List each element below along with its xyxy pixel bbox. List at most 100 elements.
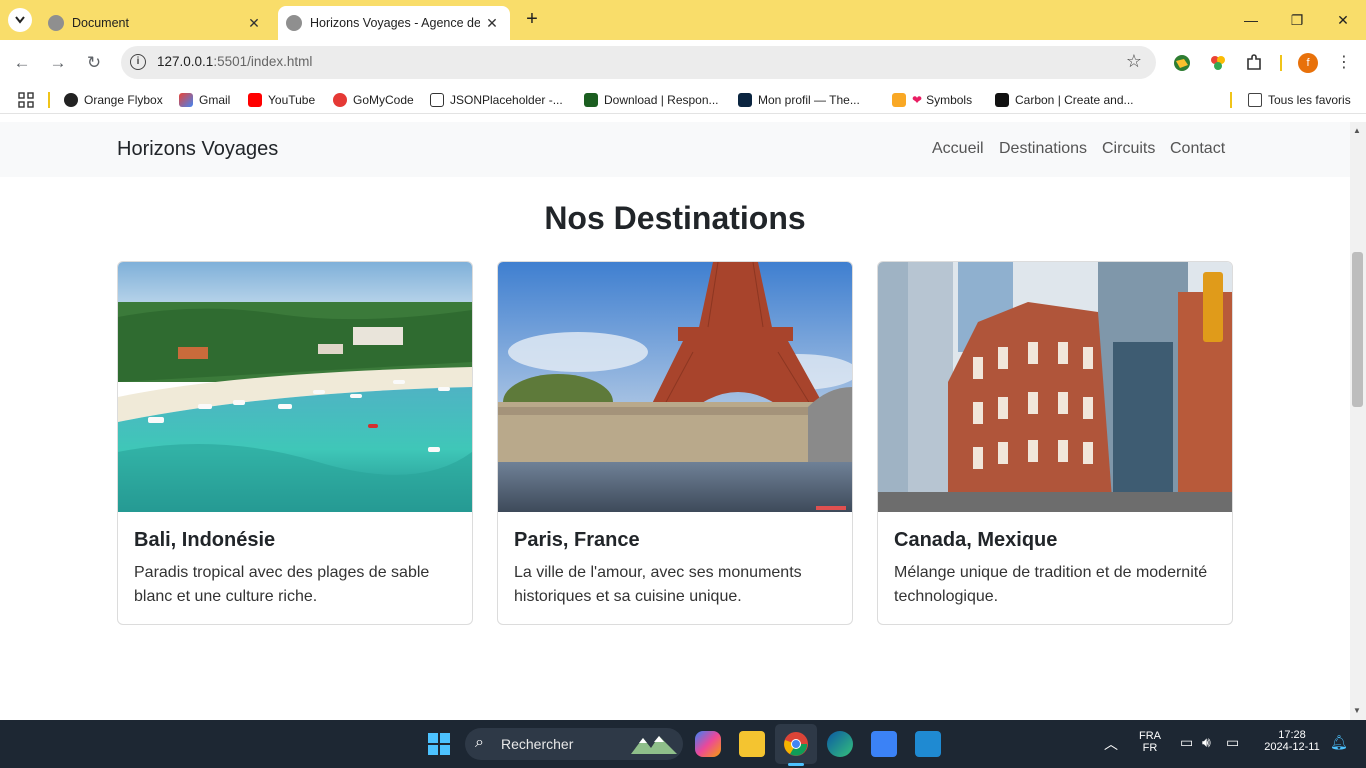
copilot-icon[interactable] <box>695 731 721 757</box>
bookmarks-bar: Orange Flybox Gmail YouTube GoMyCode JSO… <box>0 86 1366 114</box>
new-tab-button[interactable]: + <box>520 8 544 32</box>
url-text[interactable]: 127.0.0.1:5501/index.html <box>157 54 312 69</box>
destination-card[interactable]: Paris, France La ville de l'amour, avec … <box>497 261 853 625</box>
scroll-thumb[interactable] <box>1352 252 1363 407</box>
tab-document[interactable]: Document ✕ <box>40 6 272 40</box>
browser-toolbar: ← → ↻ i 127.0.0.1:5501/index.html ☆ <box>0 40 1366 86</box>
forward-icon[interactable]: → <box>46 51 70 75</box>
restore-button[interactable]: ❐ <box>1274 0 1320 40</box>
nav-contact[interactable]: Contact <box>1170 140 1225 158</box>
all-bookmarks-folder[interactable]: Tous les favoris <box>1248 91 1351 109</box>
bookmark-gomycode[interactable]: GoMyCode <box>333 91 414 109</box>
time-text: 17:28 <box>1278 729 1306 741</box>
page-scrollbar[interactable]: ▲ ▼ <box>1350 122 1366 720</box>
bookmark-mon-profil[interactable]: Mon profil — The... <box>738 91 860 109</box>
bookmark-label: YouTube <box>268 93 316 107</box>
card-text: La ville de l'amour, avec ses monuments … <box>514 564 802 605</box>
star-icon[interactable]: ☆ <box>1126 51 1142 72</box>
globe-icon <box>64 93 78 107</box>
site-brand[interactable]: Horizons Voyages <box>117 138 278 161</box>
info-icon[interactable]: i <box>130 54 146 70</box>
profile-avatar[interactable]: f <box>1298 53 1318 73</box>
battery-icon[interactable]: ▭ <box>1226 734 1239 751</box>
extensions-puzzle-icon[interactable] <box>1244 53 1264 73</box>
tab-label: Horizons Voyages - Agence de <box>310 16 480 30</box>
extension-colors-icon[interactable] <box>1208 53 1228 73</box>
destination-card[interactable]: Bali, Indonésie Paradis tropical avec de… <box>117 261 473 625</box>
extension-globe-icon[interactable] <box>1172 53 1192 73</box>
close-icon[interactable]: ✕ <box>242 15 266 32</box>
chevron-down-icon <box>15 16 25 24</box>
network-icon[interactable]: ▭ <box>1180 734 1193 751</box>
bookmark-youtube[interactable]: YouTube <box>248 91 315 109</box>
url-host: 127.0.0.1 <box>157 54 214 69</box>
nav-destinations[interactable]: Destinations <box>999 140 1087 158</box>
chevron-up-icon[interactable]: ︿ <box>1104 734 1118 754</box>
card-title: Paris, France <box>514 529 640 551</box>
scroll-down-icon[interactable]: ▼ <box>1353 706 1361 715</box>
notification-bell-icon[interactable]: 🔔︎ <box>1330 734 1348 751</box>
bookmark-jsonplaceholder[interactable]: JSONPlaceholder -... <box>430 91 563 109</box>
city-buildings-image <box>878 262 1232 512</box>
minimize-button[interactable]: — <box>1228 0 1274 40</box>
volume-icon[interactable]: 🔊︎ <box>1202 734 1211 751</box>
bookmark-label: GoMyCode <box>353 93 414 107</box>
tab-horizons-voyages[interactable]: Horizons Voyages - Agence de ✕ <box>278 6 510 40</box>
scroll-up-icon[interactable]: ▲ <box>1353 126 1361 135</box>
clock[interactable]: 17:28 2024-12-11 <box>1258 729 1326 753</box>
menu-icon[interactable]: ⋮ <box>1336 52 1352 72</box>
folder-icon <box>1248 93 1262 107</box>
language-indicator[interactable]: FRA FR <box>1136 730 1164 754</box>
eiffel-tower-image <box>498 262 852 512</box>
carbon-icon <box>995 93 1009 107</box>
store-icon[interactable] <box>871 731 897 757</box>
back-icon[interactable]: ← <box>10 51 34 75</box>
card-title: Canada, Mexique <box>894 529 1058 551</box>
taskbar-search[interactable]: ⌕ Rechercher <box>465 728 683 760</box>
close-icon[interactable]: ✕ <box>480 15 504 32</box>
chrome-icon[interactable] <box>783 731 809 757</box>
url-path: :5501/index.html <box>213 54 313 69</box>
tab-label: Document <box>72 16 129 30</box>
bookmark-divider <box>1230 92 1232 108</box>
reload-icon[interactable]: ↻ <box>82 51 106 75</box>
file-explorer-icon[interactable] <box>739 731 765 757</box>
apps-grid-icon[interactable] <box>18 92 34 108</box>
windows-start-icon[interactable] <box>428 733 450 755</box>
destination-card[interactable]: Canada, Mexique Mélange unique de tradit… <box>877 261 1233 625</box>
youtube-icon <box>248 93 262 107</box>
lang-secondary: FR <box>1142 742 1158 754</box>
gmail-icon <box>179 93 193 107</box>
bookmark-gmail[interactable]: Gmail <box>179 91 230 109</box>
nav-accueil[interactable]: Accueil <box>932 140 984 158</box>
site-navbar: Horizons Voyages Accueil Destinations Ci… <box>0 122 1350 177</box>
download-site-icon <box>584 93 598 107</box>
toolbar-divider <box>1280 55 1282 71</box>
card-text: Mélange unique de tradition et de modern… <box>894 564 1208 605</box>
bookmark-label: Download | Respon... <box>604 93 719 107</box>
nav-circuits[interactable]: Circuits <box>1102 140 1155 158</box>
windows-taskbar: ⌕ Rechercher ︿ FRA FR ▭ 🔊︎ ▭ 17:28 2024-… <box>0 720 1366 768</box>
tab-strip: Document ✕ Horizons Voyages - Agence de … <box>0 0 1366 40</box>
vscode-icon[interactable] <box>915 731 941 757</box>
address-bar[interactable]: i 127.0.0.1:5501/index.html ☆ <box>121 46 1156 79</box>
bookmark-label: Carbon | Create and... <box>1015 93 1134 107</box>
heart-icon: ❤ <box>912 93 923 107</box>
globe-icon <box>48 15 64 31</box>
bookmark-orange-flybox[interactable]: Orange Flybox <box>64 91 163 109</box>
bookmark-label: JSONPlaceholder -... <box>450 93 563 107</box>
gomycode-icon <box>333 93 347 107</box>
symbols-icon <box>892 93 906 107</box>
tab-search-button[interactable] <box>8 8 32 32</box>
web-page: Horizons Voyages Accueil Destinations Ci… <box>0 122 1350 720</box>
close-window-button[interactable]: ✕ <box>1320 0 1366 40</box>
profile-site-icon <box>738 93 752 107</box>
bookmark-label: Symbols <box>926 93 973 107</box>
search-placeholder: Rechercher <box>501 736 574 752</box>
card-text: Paradis tropical avec des plages de sabl… <box>134 564 430 605</box>
bookmark-download[interactable]: Download | Respon... <box>584 91 719 109</box>
edge-icon[interactable] <box>827 731 853 757</box>
bookmark-symbols[interactable]: ❤ Symbols <box>892 91 972 109</box>
bookmark-carbon[interactable]: Carbon | Create and... <box>995 91 1134 109</box>
jsonplaceholder-icon <box>430 93 444 107</box>
